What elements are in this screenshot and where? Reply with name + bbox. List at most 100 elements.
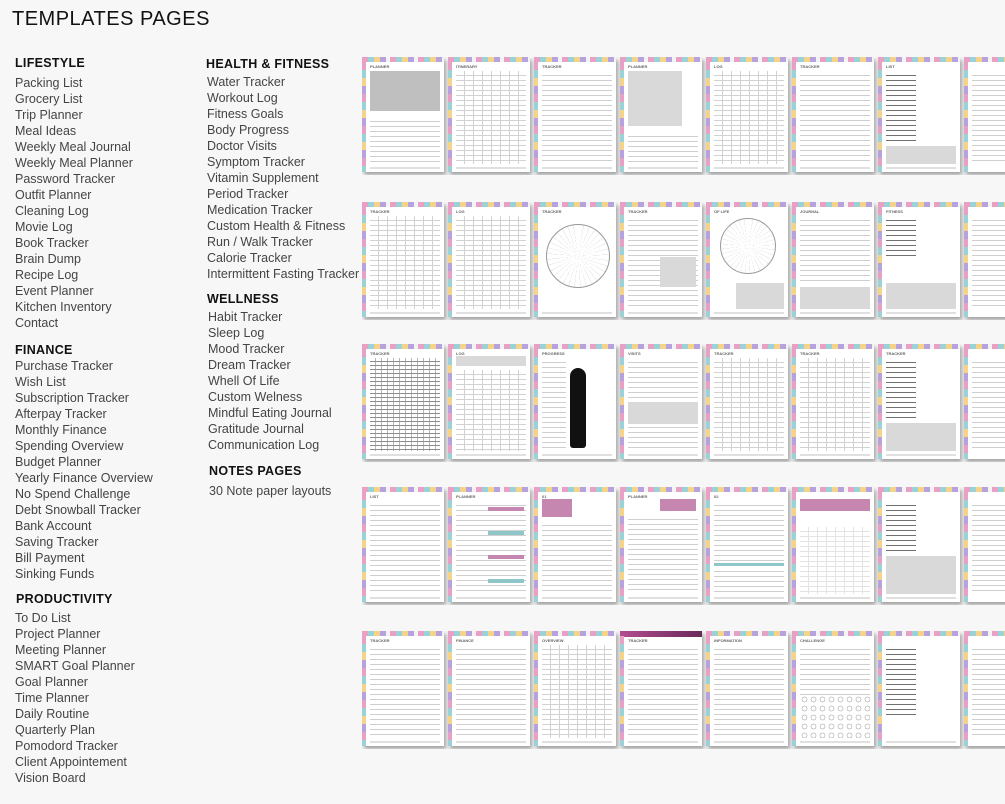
thumbnail-row: TRACKER LOG PROGRESS VISITS TRACKER TRAC… (362, 344, 1005, 462)
template-thumbnail[interactable]: JOURNAL (792, 202, 874, 317)
list-item: Sleep Log (208, 326, 265, 340)
template-thumbnail[interactable]: TRACKER (792, 57, 874, 172)
template-thumbnail[interactable]: LIST (362, 487, 444, 602)
template-thumbnail[interactable]: LOG (448, 202, 530, 317)
thumbnail-row: PLANNER ITINERARY TRACKER PLANNER LOG TR… (362, 57, 1005, 175)
template-thumbnail[interactable]: TRACKER (534, 57, 616, 172)
list-item: Recipe Log (15, 268, 79, 282)
template-thumbnail[interactable]: ITINERARY (448, 57, 530, 172)
template-thumbnail[interactable]: TRACKER (792, 344, 874, 459)
thumbnail-label: LOG (456, 209, 465, 214)
template-thumbnail[interactable]: 02 (706, 487, 788, 602)
list-item: Workout Log (207, 91, 278, 105)
template-thumbnail[interactable] (964, 631, 1005, 746)
list-item: Calorie Tracker (207, 251, 292, 265)
template-thumbnail[interactable]: LOG (448, 344, 530, 459)
list-item: Time Planner (15, 691, 89, 705)
template-thumbnail[interactable] (792, 487, 874, 602)
template-thumbnail[interactable]: PLANNER (362, 57, 444, 172)
template-thumbnail[interactable] (964, 344, 1005, 459)
template-thumbnail[interactable]: TRACKER (362, 202, 444, 317)
template-thumbnail[interactable] (964, 202, 1005, 317)
list-item: SMART Goal Planner (15, 659, 135, 673)
list-item: Pomodord Tracker (15, 739, 118, 753)
list-item: Gratitude Journal (208, 422, 304, 436)
thumbnail-label: TRACKER (542, 64, 562, 69)
list-item: Brain Dump (15, 252, 81, 266)
list-item: Budget Planner (15, 455, 102, 469)
template-thumbnail[interactable]: INFORMATION (706, 631, 788, 746)
list-item: Purchase Tracker (15, 359, 113, 373)
template-thumbnail[interactable] (878, 631, 960, 746)
template-thumbnail[interactable]: OF LIFE (706, 202, 788, 317)
list-item: Bank Account (15, 519, 92, 533)
list-item: Saving Tracker (15, 535, 99, 549)
list-item: Contact (15, 316, 59, 330)
list-item: Vision Board (15, 771, 86, 785)
template-thumbnail[interactable]: FITNESS (878, 202, 960, 317)
template-thumbnail[interactable]: 01 (534, 487, 616, 602)
template-thumbnail[interactable]: OVERVIEW (534, 631, 616, 746)
list-item: Whell Of Life (208, 374, 280, 388)
thumbnail-label: TRACKER (370, 638, 390, 643)
list-item: Habit Tracker (208, 310, 283, 324)
list-item: Doctor Visits (207, 139, 277, 153)
finance-heading: FINANCE (15, 343, 73, 357)
list-item: Vitamin Supplement (207, 171, 319, 185)
template-thumbnail[interactable]: PLANNER (620, 487, 702, 602)
thumbnail-label: TRACKER (714, 351, 734, 356)
thumbnail-label: TRACKER (886, 351, 906, 356)
template-thumbnail[interactable]: VISITS (620, 344, 702, 459)
list-item: Body Progress (207, 123, 289, 137)
list-item: Run / Walk Tracker (207, 235, 313, 249)
list-item: Custom Health & Fitness (207, 219, 346, 233)
template-thumbnail[interactable]: PROGRESS (534, 344, 616, 459)
template-thumbnail[interactable]: TRACKER (362, 344, 444, 459)
list-item: Outfit Planner (15, 188, 92, 202)
list-item: Client Appointement (15, 755, 127, 769)
thumbnail-label: VISITS (628, 351, 641, 356)
template-thumbnail[interactable]: PLANNER (448, 487, 530, 602)
thumbnail-label: JOURNAL (800, 209, 820, 214)
thumbnail-label: OVERVIEW (542, 638, 564, 643)
template-thumbnail[interactable]: TRACKER (362, 631, 444, 746)
template-thumbnail[interactable] (964, 487, 1005, 602)
thumbnail-label: 02 (714, 494, 719, 499)
template-thumbnail[interactable]: TRACKER (706, 344, 788, 459)
template-thumbnail[interactable] (878, 487, 960, 602)
template-thumbnail[interactable]: TRACKER (620, 631, 702, 746)
list-item: Event Planner (15, 284, 94, 298)
list-item: Intermittent Fasting Tracker (207, 267, 360, 281)
list-item: Mood Tracker (208, 342, 285, 356)
template-thumbnail[interactable]: CHALLENGE (792, 631, 874, 746)
template-thumbnail[interactable]: LIST (878, 57, 960, 172)
template-thumbnail[interactable]: PLANNER (620, 57, 702, 172)
health-heading: HEALTH & FITNESS (206, 57, 330, 71)
thumbnail-label: TRACKER (628, 209, 648, 214)
list-item: Bill Payment (15, 551, 85, 565)
list-item: Wish List (15, 375, 66, 389)
list-item: Goal Planner (15, 675, 88, 689)
list-item: Communication Log (208, 438, 320, 452)
list-item: Debt Snowball Tracker (15, 503, 141, 517)
template-thumbnail[interactable] (964, 57, 1005, 172)
list-item: Packing List (15, 76, 83, 90)
thumbnail-label: PLANNER (628, 494, 648, 499)
template-thumbnail[interactable]: TRACKER (620, 202, 702, 317)
list-item: Dream Tracker (208, 358, 291, 372)
template-thumbnail[interactable]: TRACKER (534, 202, 616, 317)
thumbnail-label: LIST (886, 64, 895, 69)
template-thumbnail[interactable]: FINANCE (448, 631, 530, 746)
thumbnail-label: OF LIFE (714, 209, 730, 214)
thumbnail-row: TRACKER FINANCE OVERVIEW TRACKER INFORMA… (362, 631, 1005, 749)
thumbnail-row: TRACKER LOG TRACKER TRACKER OF LIFE JOUR… (362, 202, 1005, 320)
list-item: Cleaning Log (15, 204, 89, 218)
thumbnail-label: INFORMATION (714, 638, 742, 643)
thumbnail-label: PLANNER (628, 64, 648, 69)
template-thumbnail[interactable]: TRACKER (878, 344, 960, 459)
template-thumbnail[interactable]: LOG (706, 57, 788, 172)
list-item: Period Tracker (207, 187, 289, 201)
list-item: Grocery List (15, 92, 83, 106)
list-item: Password Tracker (15, 172, 116, 186)
productivity-heading: PRODUCTIVITY (16, 592, 113, 606)
